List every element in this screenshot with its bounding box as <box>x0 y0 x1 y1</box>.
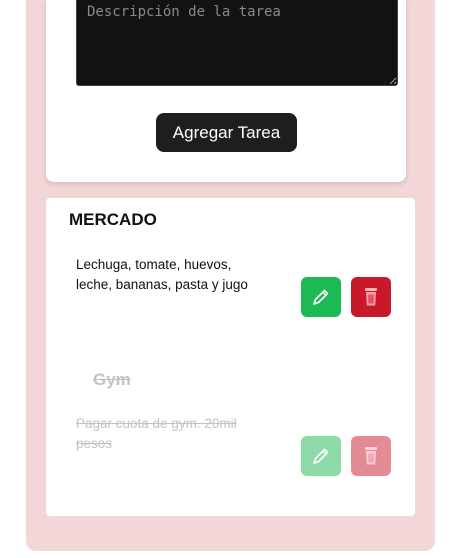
task-title: Gym <box>93 370 131 389</box>
trash-icon <box>365 288 377 306</box>
edit-task-button[interactable] <box>301 436 341 476</box>
task-title: MERCADO <box>69 210 157 229</box>
pencil-icon <box>313 289 329 305</box>
delete-task-button[interactable] <box>351 436 391 476</box>
add-task-button[interactable]: Agregar Tarea <box>156 113 297 152</box>
task-description: Pagar cuota de gym. 20mil pesos <box>76 416 237 451</box>
task-description: Lechuga, tomate, huevos, leche, bananas,… <box>76 257 248 292</box>
trash-icon <box>365 447 377 465</box>
task-description-input[interactable] <box>76 0 398 86</box>
delete-task-button[interactable] <box>351 277 391 317</box>
edit-task-button[interactable] <box>301 277 341 317</box>
task-list-card: MERCADO Lechuga, tomate, huevos, leche, … <box>46 198 415 516</box>
pencil-icon <box>313 448 329 464</box>
